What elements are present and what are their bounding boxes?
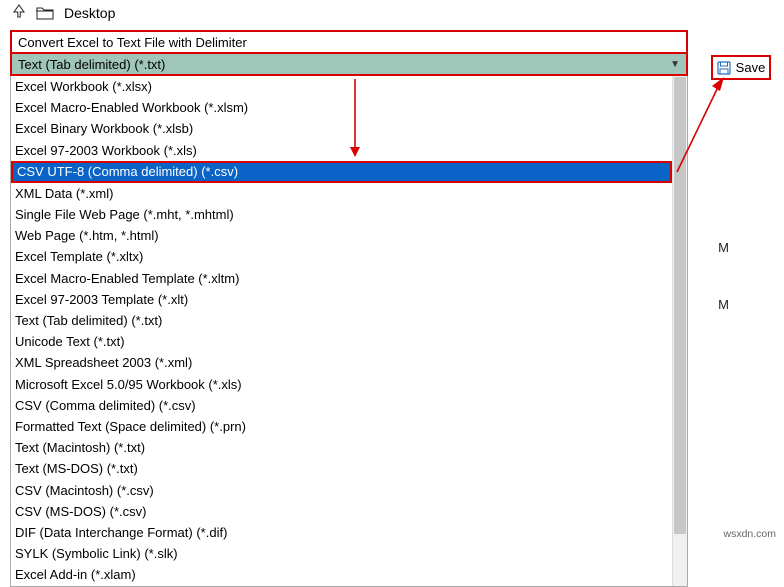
file-type-option-highlighted[interactable]: CSV UTF-8 (Comma delimited) (*.csv) bbox=[11, 161, 672, 183]
folder-icon[interactable] bbox=[36, 6, 54, 20]
file-type-option[interactable]: CSV (Macintosh) (*.csv) bbox=[11, 480, 687, 501]
file-type-option[interactable]: CSV (MS-DOS) (*.csv) bbox=[11, 501, 687, 522]
file-type-option[interactable]: Unicode Text (*.txt) bbox=[11, 331, 687, 352]
file-type-option[interactable]: SYLK (Symbolic Link) (*.slk) bbox=[11, 543, 687, 564]
file-type-scroll: Excel Workbook (*.xlsx)Excel Macro-Enabl… bbox=[11, 76, 687, 586]
file-type-option[interactable]: Text (MS-DOS) (*.txt) bbox=[11, 458, 687, 479]
main-column: Convert Excel to Text File with Delimite… bbox=[10, 30, 690, 587]
save-icon bbox=[717, 61, 731, 75]
file-type-option[interactable]: Text (Macintosh) (*.txt) bbox=[11, 437, 687, 458]
file-type-option[interactable]: DIF (Data Interchange Format) (*.dif) bbox=[11, 522, 687, 543]
file-type-option[interactable]: Web Page (*.htm, *.html) bbox=[11, 225, 687, 246]
file-type-option[interactable]: Excel Macro-Enabled Template (*.xltm) bbox=[11, 268, 687, 289]
file-type-option[interactable]: Excel 97-2003 Workbook (*.xls) bbox=[11, 140, 687, 161]
file-type-option[interactable]: Excel Macro-Enabled Workbook (*.xlsm) bbox=[11, 97, 687, 118]
file-type-option[interactable]: Excel Workbook (*.xlsx) bbox=[11, 76, 687, 97]
location-label[interactable]: Desktop bbox=[64, 5, 115, 21]
file-type-dropdown[interactable]: Text (Tab delimited) (*.txt) ▼ bbox=[10, 52, 688, 76]
file-type-option[interactable]: Formatted Text (Space delimited) (*.prn) bbox=[11, 416, 687, 437]
file-type-option[interactable]: CSV (Comma delimited) (*.csv) bbox=[11, 395, 687, 416]
chevron-down-icon: ▼ bbox=[670, 59, 680, 70]
file-type-option[interactable]: Microsoft Excel 5.0/95 Workbook (*.xls) bbox=[11, 374, 687, 395]
bg-text-m2: M bbox=[718, 297, 729, 312]
file-type-list: Excel Workbook (*.xlsx)Excel Macro-Enabl… bbox=[10, 76, 688, 587]
file-type-option[interactable]: Text (Tab delimited) (*.txt) bbox=[11, 310, 687, 331]
file-type-option[interactable]: Single File Web Page (*.mht, *.mhtml) bbox=[11, 204, 687, 225]
file-type-option[interactable]: Excel Add-in (*.xlam) bbox=[11, 564, 687, 585]
bg-text-m1: M bbox=[718, 240, 729, 255]
dropdown-selected-label: Text (Tab delimited) (*.txt) bbox=[18, 57, 165, 72]
filename-input[interactable]: Convert Excel to Text File with Delimite… bbox=[10, 30, 688, 54]
file-type-option[interactable]: Excel Template (*.xltx) bbox=[11, 246, 687, 267]
navigation-header: Desktop bbox=[0, 0, 784, 25]
file-type-option[interactable]: XML Spreadsheet 2003 (*.xml) bbox=[11, 352, 687, 373]
file-type-option[interactable]: Excel Binary Workbook (*.xlsb) bbox=[11, 118, 687, 139]
file-type-option[interactable]: CSV UTF-8 (Comma delimited) (*.csv) bbox=[11, 161, 687, 183]
scrollbar-track[interactable] bbox=[672, 76, 687, 586]
up-arrow-icon[interactable] bbox=[12, 4, 26, 21]
file-type-option[interactable]: Excel 97-2003 Template (*.xlt) bbox=[11, 289, 687, 310]
save-button-label: Save bbox=[736, 60, 766, 75]
save-button[interactable]: Save bbox=[711, 55, 771, 80]
scrollbar-thumb[interactable] bbox=[673, 76, 687, 535]
file-type-option[interactable]: XML Data (*.xml) bbox=[11, 183, 687, 204]
watermark: wsxdn.com bbox=[723, 528, 776, 540]
